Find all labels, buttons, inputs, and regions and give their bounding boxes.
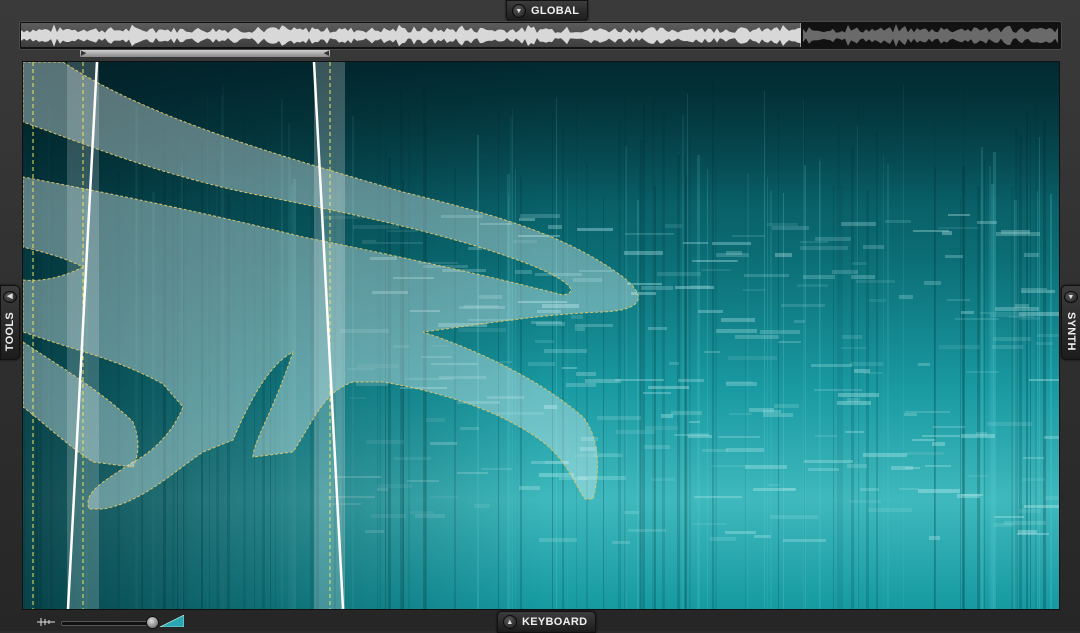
triangle-down-icon: ▼ (1064, 291, 1078, 304)
scroll-right-icon[interactable]: ◀ (324, 50, 329, 57)
waveform-graphic (21, 24, 1058, 47)
overview-waveform[interactable] (19, 21, 1062, 50)
keyboard-panel-tab[interactable]: ▲ KEYBOARD (497, 611, 597, 633)
tools-panel-tab[interactable]: ◀ TOOLS (0, 285, 20, 360)
triangle-up-icon: ▲ (503, 615, 517, 629)
synth-label: SYNTH (1065, 312, 1077, 351)
horizontal-scrollbar[interactable]: ▶ ◀ (80, 50, 330, 57)
synth-panel-tab[interactable]: ▼ SYNTH (1061, 285, 1080, 360)
triangle-left-icon: ◀ (3, 291, 17, 303)
global-label: GLOBAL (531, 5, 580, 17)
zoom-slider-icon (37, 618, 55, 626)
spectrogram-canvas[interactable] (22, 61, 1060, 610)
zoom-slider-thumb[interactable] (146, 616, 159, 629)
global-panel-tab[interactable]: ▼ GLOBAL (506, 0, 589, 22)
spectrogram-graphic (23, 62, 1059, 609)
zoom-slider-track[interactable] (61, 621, 153, 626)
scroll-left-icon[interactable]: ▶ (81, 50, 86, 57)
triangle-down-icon: ▼ (512, 4, 526, 18)
keyboard-label: KEYBOARD (522, 616, 588, 628)
zoom-wedge-icon (160, 615, 184, 627)
tools-label: TOOLS (4, 311, 16, 351)
